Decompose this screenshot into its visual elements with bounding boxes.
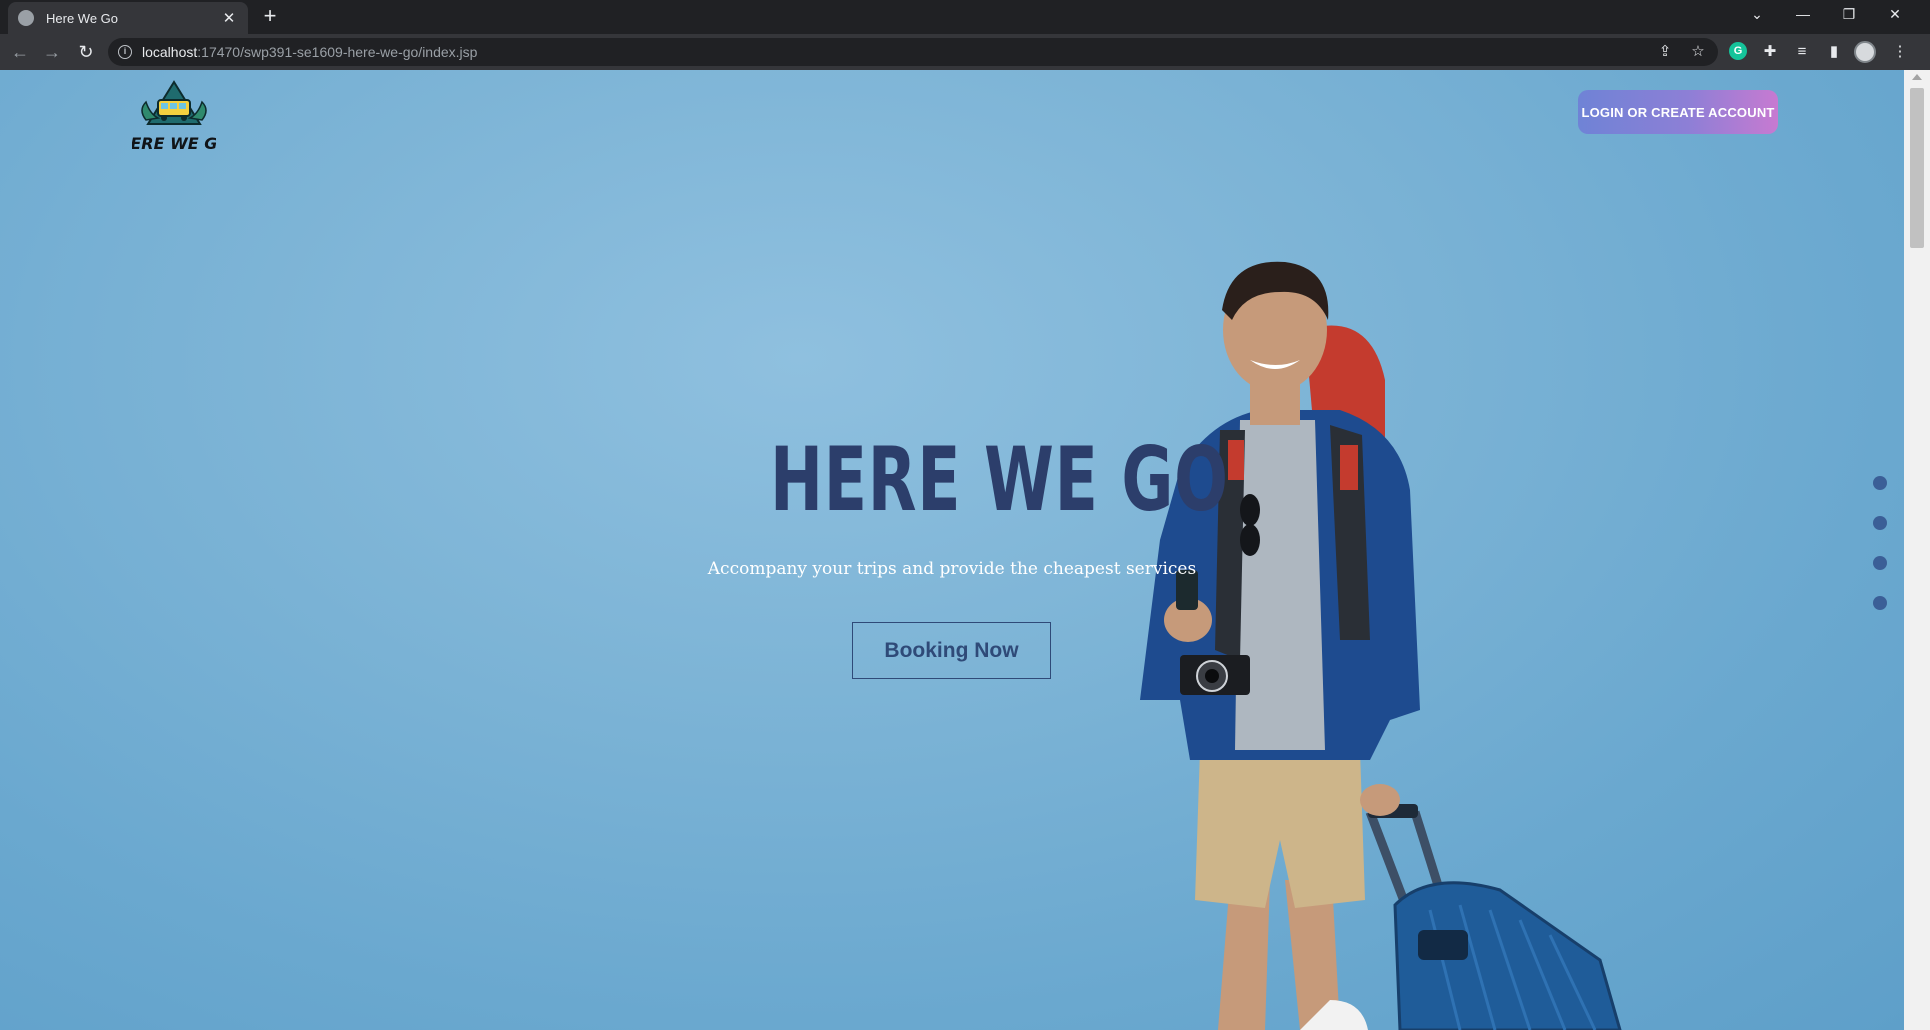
- slider-dot-1[interactable]: [1873, 476, 1887, 490]
- scroll-up-icon[interactable]: [1912, 74, 1922, 80]
- back-button[interactable]: ←: [8, 40, 32, 64]
- url-path: :17470/swp391-se1609-here-we-go/index.js…: [197, 44, 478, 60]
- globe-icon: [18, 10, 34, 26]
- address-bar[interactable]: i localhost :17470/swp391-se1609-here-we…: [108, 38, 1718, 66]
- extensions-icon[interactable]: ✚: [1760, 42, 1780, 62]
- reload-button[interactable]: ↻: [74, 40, 98, 64]
- tab-title: Here We Go: [46, 10, 119, 26]
- media-icon[interactable]: ≡: [1792, 42, 1812, 62]
- star-icon[interactable]: ☆: [1688, 42, 1708, 62]
- hero-title: HERE WE GO: [770, 428, 1229, 531]
- forward-button[interactable]: →: [40, 40, 64, 64]
- grammarly-icon[interactable]: G: [1729, 42, 1747, 60]
- booking-now-button[interactable]: Booking Now: [852, 622, 1051, 679]
- tab-search-icon[interactable]: ⌄: [1734, 0, 1780, 28]
- window-close-button[interactable]: ✕: [1872, 0, 1918, 28]
- login-create-account-button[interactable]: LOGIN OR CREATE ACCOUNT: [1578, 90, 1778, 134]
- sidepanel-icon[interactable]: ▮: [1824, 42, 1844, 62]
- slider-dots: [1873, 476, 1887, 636]
- site-info-icon[interactable]: i: [118, 45, 132, 59]
- restore-button[interactable]: ❐: [1826, 0, 1872, 28]
- menu-icon[interactable]: ⋮: [1890, 42, 1910, 62]
- site-logo[interactable]: HERE WE GO: [132, 80, 216, 156]
- tab-close-icon[interactable]: ✕: [220, 9, 238, 27]
- page-scrollbar[interactable]: [1904, 70, 1930, 1030]
- profile-icon[interactable]: [1854, 41, 1876, 63]
- slider-dot-2[interactable]: [1873, 516, 1887, 530]
- browser-toolbar: ← → ↻ i localhost :17470/swp391-se1609-h…: [0, 34, 1930, 70]
- browser-tab-bar: Here We Go ✕ + ⌄ — ❐ ✕: [0, 0, 1930, 34]
- slider-dot-4[interactable]: [1873, 596, 1887, 610]
- traveler-image: [1140, 261, 1622, 1030]
- url-host: localhost: [142, 44, 198, 60]
- hero-subtitle: Accompany your trips and provide the che…: [707, 559, 1197, 579]
- scrollbar-thumb[interactable]: [1910, 88, 1924, 248]
- share-icon[interactable]: ⇪: [1655, 42, 1675, 62]
- page-viewport: HERE WE GO LOGIN OR CREATE ACCOUNT: [0, 70, 1904, 1030]
- browser-tab[interactable]: Here We Go ✕: [8, 2, 248, 34]
- new-tab-button[interactable]: +: [258, 4, 282, 28]
- minimize-button[interactable]: —: [1780, 0, 1826, 28]
- slider-dot-3[interactable]: [1873, 556, 1887, 570]
- logo-text: HERE WE GO: [132, 134, 216, 153]
